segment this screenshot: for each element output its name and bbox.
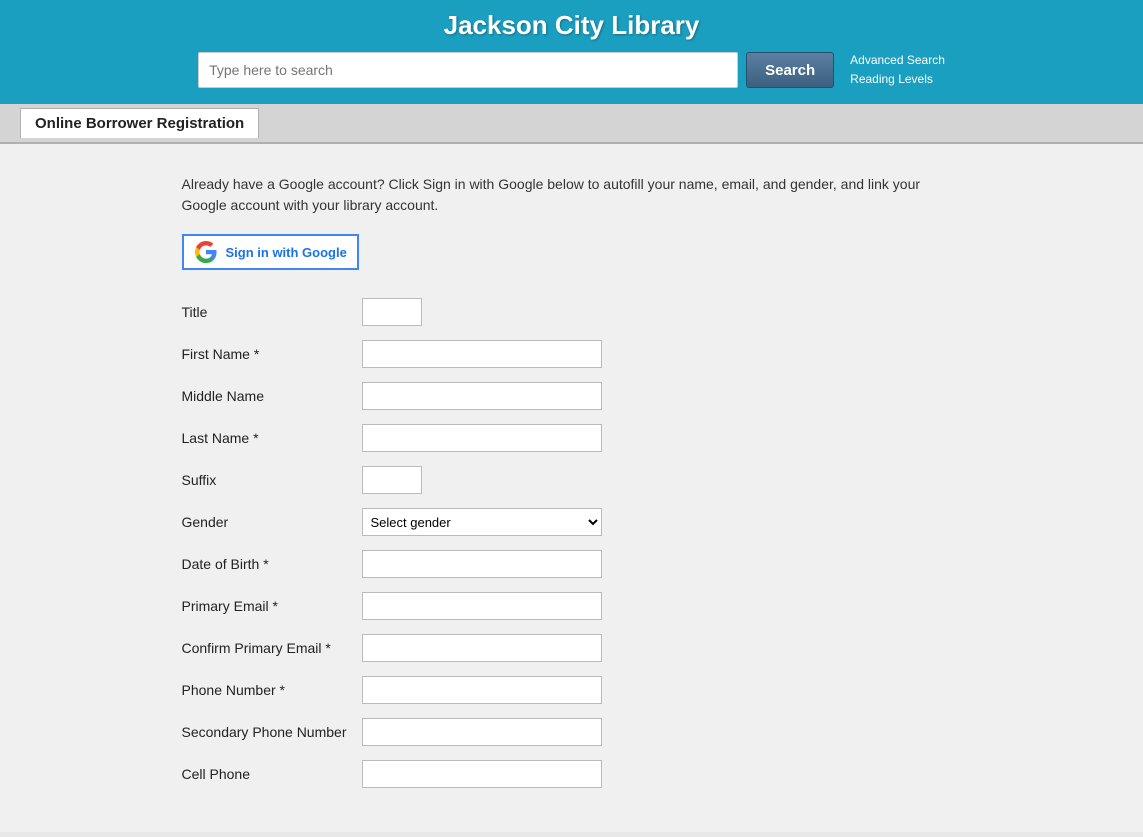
secondary-phone-field[interactable] xyxy=(362,718,602,746)
label-confirm-email: Confirm Primary Email * xyxy=(182,639,362,659)
last-name-field[interactable] xyxy=(362,424,602,452)
phone-field[interactable] xyxy=(362,676,602,704)
form-row-confirm-email: Confirm Primary Email * xyxy=(182,634,962,662)
label-last-name: Last Name * xyxy=(182,430,362,446)
header-links: Advanced Search Reading Levels xyxy=(850,51,945,89)
search-row: Search Advanced Search Reading Levels xyxy=(20,51,1123,89)
google-signin-label: Sign in with Google xyxy=(226,245,347,260)
form-row-cell-phone: Cell Phone xyxy=(182,760,962,788)
cell-phone-field[interactable] xyxy=(362,760,602,788)
form-row-last-name: Last Name * xyxy=(182,424,962,452)
middle-name-field[interactable] xyxy=(362,382,602,410)
label-secondary-phone: Secondary Phone Number xyxy=(182,723,362,743)
form-row-title: Title xyxy=(182,298,962,326)
form-row-primary-email: Primary Email * xyxy=(182,592,962,620)
label-first-name: First Name * xyxy=(182,346,362,362)
gender-field[interactable]: Select gender Male Female Non-binary Pre… xyxy=(362,508,602,536)
dob-field[interactable] xyxy=(362,550,602,578)
label-middle-name: Middle Name xyxy=(182,388,362,404)
search-input[interactable] xyxy=(198,52,738,88)
label-phone: Phone Number * xyxy=(182,682,362,698)
search-button[interactable]: Search xyxy=(746,52,834,88)
label-dob: Date of Birth * xyxy=(182,556,362,572)
suffix-field[interactable] xyxy=(362,466,422,494)
form-row-middle-name: Middle Name xyxy=(182,382,962,410)
form-row-phone: Phone Number * xyxy=(182,676,962,704)
label-cell-phone: Cell Phone xyxy=(182,766,362,782)
primary-email-field[interactable] xyxy=(362,592,602,620)
main-content: Already have a Google account? Click Sig… xyxy=(0,144,1143,832)
label-suffix: Suffix xyxy=(182,472,362,488)
nav-bar: Online Borrower Registration xyxy=(0,104,1143,144)
form-container: Already have a Google account? Click Sig… xyxy=(182,174,962,788)
google-icon xyxy=(194,240,218,264)
title-field[interactable] xyxy=(362,298,422,326)
advanced-search-link[interactable]: Advanced Search xyxy=(850,51,945,70)
site-title: Jackson City Library xyxy=(444,10,700,41)
header: Jackson City Library Search Advanced Sea… xyxy=(0,0,1143,104)
google-info-text: Already have a Google account? Click Sig… xyxy=(182,174,962,216)
form-row-secondary-phone: Secondary Phone Number xyxy=(182,718,962,746)
form-row-dob: Date of Birth * xyxy=(182,550,962,578)
nav-item-registration[interactable]: Online Borrower Registration xyxy=(20,108,259,138)
form-row-first-name: First Name * xyxy=(182,340,962,368)
label-title: Title xyxy=(182,304,362,320)
form-row-suffix: Suffix xyxy=(182,466,962,494)
confirm-email-field[interactable] xyxy=(362,634,602,662)
label-primary-email: Primary Email * xyxy=(182,598,362,614)
google-signin-button[interactable]: Sign in with Google xyxy=(182,234,359,270)
form-row-gender: Gender Select gender Male Female Non-bin… xyxy=(182,508,962,536)
label-gender: Gender xyxy=(182,514,362,530)
first-name-field[interactable] xyxy=(362,340,602,368)
reading-levels-link[interactable]: Reading Levels xyxy=(850,70,933,89)
